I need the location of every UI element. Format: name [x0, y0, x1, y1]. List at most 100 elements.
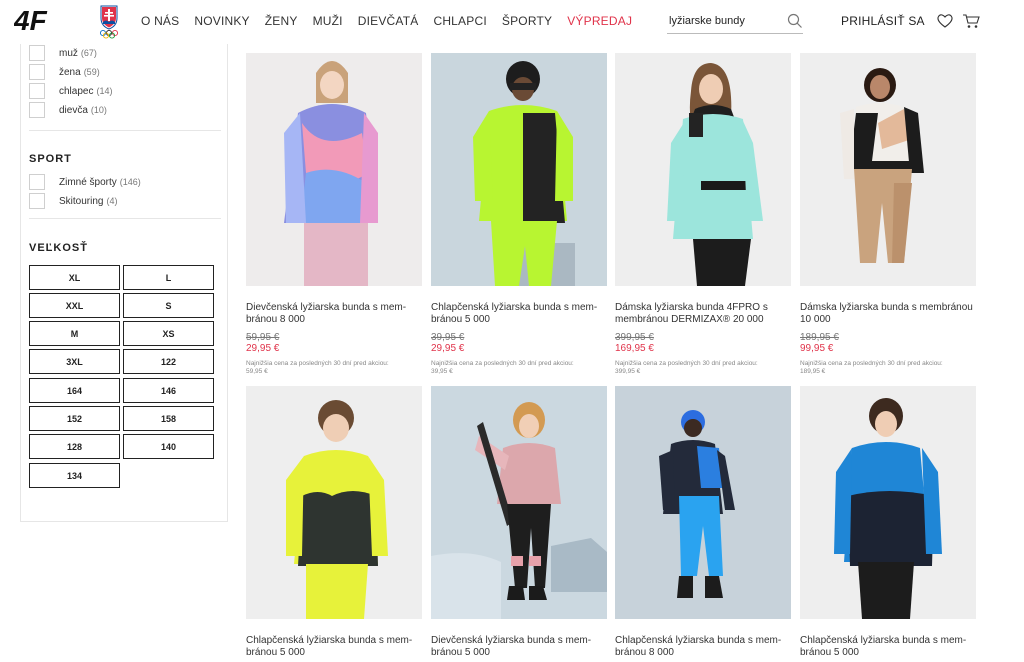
lowest-price-label: Najnižšia cena za posledných 30 dní pred… [800, 360, 943, 367]
filter-sport-zimne[interactable]: Zimné športy (146) [29, 174, 141, 190]
main-nav: O NÁS NOVINKY ŽENY MUŽI DIEVČATÁ CHLAPCI… [141, 14, 647, 28]
product-image[interactable] [431, 53, 607, 286]
product-name[interactable]: Dievčenská lyžiarska bunda s mem- bránou… [431, 635, 607, 658]
olympic-flag-icon [96, 4, 122, 40]
sale-price: 99,95 € [800, 343, 834, 354]
nav-muzi[interactable]: MUŽI [313, 14, 343, 28]
size-button[interactable]: 152 [29, 406, 120, 431]
filter-count: (67) [80, 48, 97, 58]
product-name[interactable]: Chlapčenská lyžiarska bunda s mem- bráno… [431, 302, 607, 325]
old-price: 399,95 € [615, 332, 654, 343]
product-card[interactable]: Dámska lyžiarska bunda s membránou 10 00… [800, 53, 976, 376]
nav-vypredaj[interactable]: VÝPREDAJ [567, 14, 632, 28]
product-image[interactable] [800, 386, 976, 619]
brand-logo[interactable]: 4F [14, 6, 72, 34]
product-card[interactable]: Dievčenská lyžiarska bunda s mem- bránou… [246, 53, 422, 376]
size-button[interactable]: L [123, 265, 214, 290]
filter-label: muž [59, 47, 78, 59]
checkbox[interactable] [29, 83, 45, 99]
size-button[interactable]: 3XL [29, 349, 120, 374]
product-card[interactable]: Chlapčenská lyžiarska bunda s mem- bráno… [615, 386, 791, 658]
header: 4F O NÁS NOVINKY ŽENY MUŽI DIEVČATÁ CHLA… [0, 0, 1024, 44]
product-image[interactable] [615, 386, 791, 619]
product-card[interactable]: Dámska lyžiarska bunda 4FPRO s membránou… [615, 53, 791, 376]
lowest-price-value: 39,95 € [431, 368, 453, 375]
nav-o-nas[interactable]: O NÁS [141, 14, 179, 28]
checkbox[interactable] [29, 45, 45, 61]
size-button[interactable]: 158 [123, 406, 214, 431]
logo-text: 4F [14, 6, 48, 34]
login-link[interactable]: PRIHLÁSIŤ SA [841, 14, 925, 28]
product-image[interactable] [615, 53, 791, 286]
search-input[interactable] [669, 12, 779, 30]
checkbox[interactable] [29, 193, 45, 209]
filter-gender-muz[interactable]: muž (67) [29, 45, 97, 61]
product-name[interactable]: Dievčenská lyžiarska bunda s mem- bránou… [246, 302, 422, 325]
product-name[interactable]: Chlapčenská lyžiarska bunda s mem- bráno… [615, 635, 791, 658]
lowest-price-label: Najnižšia cena za posledných 30 dní pred… [431, 360, 574, 367]
nav-sporty[interactable]: ŠPORTY [502, 14, 552, 28]
filter-label: Zimné športy [59, 176, 117, 188]
search-icon[interactable] [787, 13, 803, 29]
lowest-price-value: 399,95 € [615, 368, 641, 375]
checkbox[interactable] [29, 174, 45, 190]
size-button[interactable]: XXL [29, 293, 120, 318]
old-price: 189,95 € [800, 332, 839, 343]
product-image[interactable] [246, 53, 422, 286]
filter-count: (59) [83, 67, 100, 77]
size-button[interactable]: S [123, 293, 214, 318]
filter-count: (146) [119, 177, 141, 187]
product-name[interactable]: Chlapčenská lyžiarska bunda s mem- bráno… [800, 635, 976, 658]
size-button[interactable]: 146 [123, 378, 214, 403]
product-name[interactable]: Dámska lyžiarska bunda s membránou 10 00… [800, 302, 976, 325]
divider [29, 218, 221, 219]
size-filter-title: VEĽKOSŤ [29, 242, 88, 254]
filter-gender-dievca[interactable]: dievča (10) [29, 102, 107, 118]
sale-price: 169,95 € [615, 343, 654, 354]
product-image[interactable] [431, 386, 607, 619]
size-button[interactable]: 128 [29, 434, 120, 459]
checkbox[interactable] [29, 64, 45, 80]
product-name[interactable]: Dámska lyžiarska bunda 4FPRO s membránou… [615, 302, 791, 325]
size-button[interactable]: 122 [123, 349, 214, 374]
filter-label: chlapec [59, 85, 94, 97]
filter-label: žena [59, 66, 81, 78]
sale-price: 29,95 € [246, 343, 280, 354]
size-button[interactable]: M [29, 321, 120, 346]
size-button[interactable]: XL [29, 265, 120, 290]
product-name[interactable]: Chlapčenská lyžiarska bunda s mem- bráno… [246, 635, 422, 658]
filter-gender-chlapec[interactable]: chlapec (14) [29, 83, 112, 99]
old-price: 59,95 € [246, 332, 280, 343]
nav-novinky[interactable]: NOVINKY [194, 14, 249, 28]
size-button[interactable]: XS [123, 321, 214, 346]
wishlist-heart-icon[interactable] [936, 12, 954, 30]
filter-count: (14) [96, 86, 113, 96]
size-button[interactable]: 164 [29, 378, 120, 403]
filter-sidebar: muž (67) žena (59) chlapec (14) dievča (10) … [20, 44, 228, 522]
size-button[interactable]: 140 [123, 434, 214, 459]
filter-label: Skitouring [59, 195, 104, 207]
lowest-price-value: 189,95 € [800, 368, 826, 375]
divider [29, 130, 221, 131]
product-image[interactable] [246, 386, 422, 619]
old-price: 39,95 € [431, 332, 465, 343]
lowest-price-label: Najnižšia cena za posledných 30 dní pred… [246, 360, 389, 367]
product-image[interactable] [800, 53, 976, 286]
filter-label: dievča [59, 104, 88, 116]
nav-zeny[interactable]: ŽENY [265, 14, 298, 28]
filter-sport-skitouring[interactable]: Skitouring (4) [29, 193, 117, 209]
filter-count: (4) [106, 196, 118, 206]
cart-icon[interactable] [962, 12, 980, 30]
product-card[interactable]: Chlapčenská lyžiarska bunda s mem- bráno… [800, 386, 976, 658]
product-card[interactable]: Dievčenská lyžiarska bunda s mem- bránou… [431, 386, 607, 658]
product-card[interactable]: Chlapčenská lyžiarska bunda s mem- bráno… [246, 386, 422, 658]
sport-filter-title: SPORT [29, 153, 72, 165]
size-button[interactable]: 134 [29, 463, 120, 488]
nav-chlapci[interactable]: CHLAPCI [433, 14, 486, 28]
product-card[interactable]: Chlapčenská lyžiarska bunda s mem- bráno… [431, 53, 607, 376]
lowest-price-label: Najnižšia cena za posledných 30 dní pred… [615, 360, 758, 367]
nav-dievcata[interactable]: DIEVČATÁ [358, 14, 419, 28]
filter-gender-zena[interactable]: žena (59) [29, 64, 100, 80]
sale-price: 29,95 € [431, 343, 465, 354]
checkbox[interactable] [29, 102, 45, 118]
